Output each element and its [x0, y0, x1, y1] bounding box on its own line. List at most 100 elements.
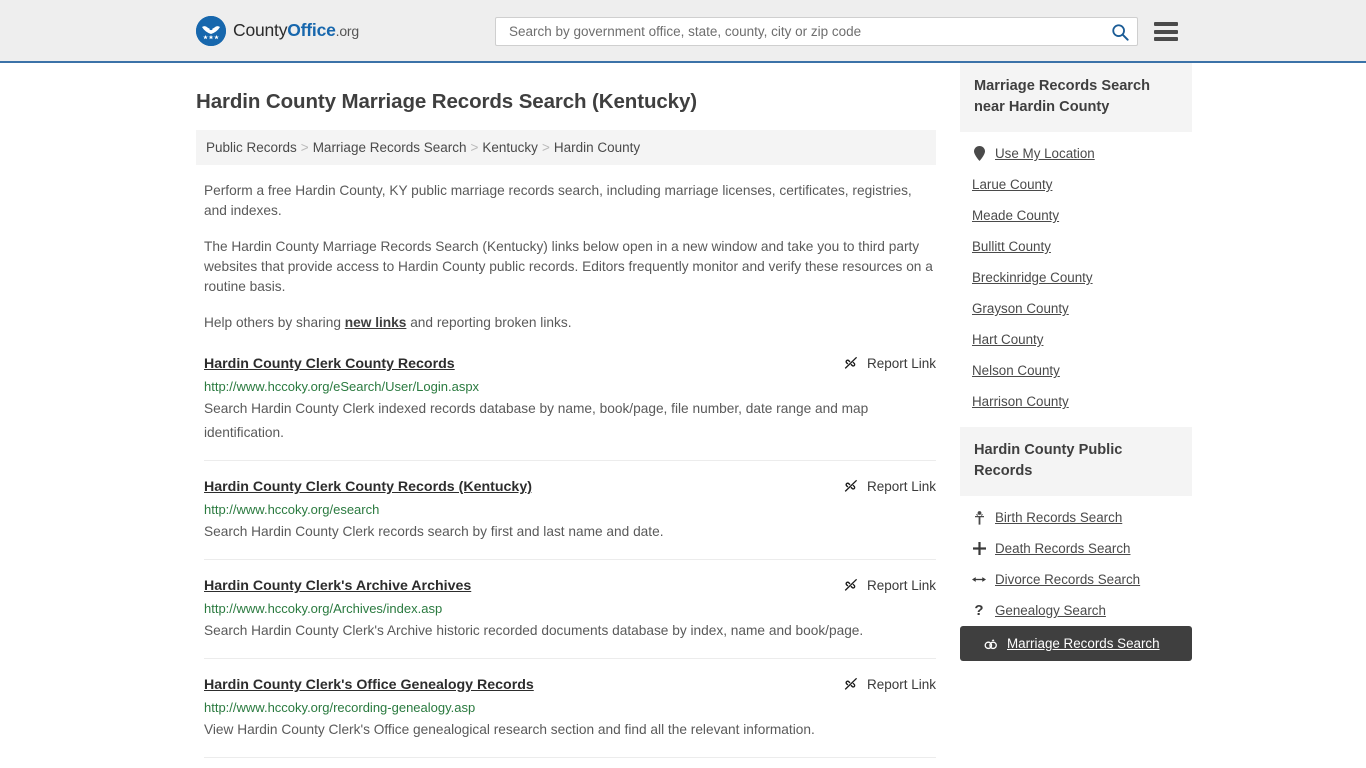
sidebar-item-use-my-location[interactable]: Use My Location [972, 138, 1192, 169]
search-input[interactable] [507, 23, 1111, 40]
result-title-link[interactable]: Hardin County Clerk's Office Genealogy R… [204, 676, 534, 695]
sidebar-item-label: Birth Records Search [995, 510, 1123, 525]
result-item: Hardin County Clerk's Office Genealogy R… [204, 676, 936, 758]
search-box[interactable] [495, 17, 1138, 46]
sidebar-item-label: Death Records Search [995, 541, 1131, 556]
sidebar-item-label: Bullitt County [972, 239, 1051, 254]
result-description: Search Hardin County Clerk records searc… [204, 524, 664, 539]
breadcrumb-separator: > [470, 140, 479, 155]
broken-link-icon [844, 479, 858, 492]
report-link-button[interactable]: Report Link [843, 577, 936, 593]
search-icon[interactable] [1111, 23, 1129, 41]
sidebar-item-breckinridge-county[interactable]: Breckinridge County [972, 262, 1192, 293]
result-url: http://www.hccoky.org/eSearch/User/Login… [204, 379, 480, 394]
sidebar-item-label: Divorce Records Search [995, 572, 1141, 587]
new-links-link[interactable]: new links [345, 315, 407, 330]
sidebar-item-label: Marriage Records Search [1007, 636, 1160, 651]
sidebar-item-meade-county[interactable]: Meade County [972, 200, 1192, 231]
result-header: Hardin County Clerk's Office Genealogy R… [204, 676, 936, 695]
report-link-label: Report Link [866, 676, 936, 692]
result-item: Hardin County Clerk County Records Repor… [204, 355, 936, 461]
sidebar-item-harrison-county[interactable]: Harrison County [972, 386, 1192, 417]
breadcrumb: Public Records > Marriage Records Search > K… [196, 130, 936, 165]
sidebar-item-nelson-county[interactable]: Nelson County [972, 355, 1192, 386]
main-column: Hardin County Marriage Records Search (K… [196, 63, 936, 768]
eagle-stars-shield-icon [196, 15, 226, 46]
public-records-card: Hardin County Public Records Birth Recor… [960, 427, 1192, 661]
intro-text: Perform a free Hardin County, KY public … [196, 181, 936, 333]
sidebar-item-label: Grayson County [972, 301, 1069, 316]
result-header: Hardin County Clerk's Archive Archives R… [204, 577, 936, 596]
page-title: Hardin County Marriage Records Search (K… [196, 90, 697, 113]
sidebar-item-label: Genealogy Search [995, 603, 1106, 618]
result-header: Hardin County Clerk County Records (Kent… [204, 478, 936, 497]
sidebar-item-label: Nelson County [972, 363, 1060, 378]
sidebar-item-divorce-records-search[interactable]: Divorce Records Search [972, 564, 1192, 595]
breadcrumb-item-2[interactable]: Kentucky [482, 140, 538, 155]
logo-text-org: .org [335, 23, 360, 39]
sidebar: Marriage Records Search near Hardin Coun… [960, 63, 1192, 768]
baby-icon [972, 510, 986, 525]
broken-link-icon [844, 356, 858, 369]
result-title-link[interactable]: Hardin County Clerk County Records (Kent… [204, 478, 532, 497]
sidebar-item-death-records-search[interactable]: Death Records Search [972, 533, 1192, 564]
sidebar-item-label: Breckinridge County [972, 270, 1093, 285]
header-search-zone [495, 17, 1178, 46]
breadcrumb-item-1[interactable]: Marriage Records Search [313, 140, 467, 155]
hamburger-bar-1 [1154, 22, 1178, 26]
result-url: http://www.hccoky.org/Archives/index.asp [204, 601, 443, 616]
intro-paragraph-3: Help others by sharing new links and rep… [196, 313, 936, 333]
result-item: Hardin County Clerk County Records (Kent… [204, 478, 936, 560]
hamburger-menu-icon[interactable] [1154, 22, 1178, 41]
cross-icon [972, 542, 986, 555]
report-link-label: Report Link [866, 355, 936, 371]
sidebar-item-bullitt-county[interactable]: Bullitt County [972, 231, 1192, 262]
intro-p3-after: and reporting broken links. [406, 315, 572, 330]
sidebar-item-hart-county[interactable]: Hart County [972, 324, 1192, 355]
logo-text-county: County [233, 20, 288, 40]
sidebar-item-label: Use My Location [995, 146, 1095, 161]
sidebar-item-label: Meade County [972, 208, 1060, 223]
breadcrumb-separator: > [541, 140, 550, 155]
hamburger-bar-2 [1154, 29, 1178, 34]
result-title-link[interactable]: Hardin County Clerk's Archive Archives [204, 577, 471, 596]
report-link-label: Report Link [866, 478, 936, 494]
result-item: Hardin County Clerk's Archive Archives R… [204, 577, 936, 659]
result-description: Search Hardin County Clerk's Archive his… [204, 623, 864, 638]
page-body: Hardin County Marriage Records Search (K… [0, 63, 1366, 768]
sidebar-item-marriage-records-search[interactable]: Marriage Records Search [960, 626, 1192, 661]
sidebar-item-larue-county[interactable]: Larue County [972, 169, 1192, 200]
result-url: http://www.hccoky.org/esearch [204, 502, 380, 517]
report-link-button[interactable]: Report Link [843, 355, 936, 371]
results-list: Hardin County Clerk County Records Repor… [196, 355, 936, 758]
report-link-button[interactable]: Report Link [843, 676, 936, 692]
intro-paragraph-2: The Hardin County Marriage Records Searc… [204, 239, 933, 294]
logo-wordmark: CountyOffice.org [233, 20, 359, 41]
sidebar-item-label: Hart County [972, 332, 1044, 347]
nearby-searches-heading: Marriage Records Search near Hardin Coun… [960, 63, 1192, 132]
sidebar-item-grayson-county[interactable]: Grayson County [972, 293, 1192, 324]
split-arrows-icon [972, 574, 986, 585]
result-title-link[interactable]: Hardin County Clerk County Records [204, 355, 455, 374]
breadcrumb-item-0[interactable]: Public Records [206, 140, 297, 155]
question-mark-icon: ? [974, 602, 984, 619]
broken-link-icon [844, 677, 858, 690]
report-link-button[interactable]: Report Link [843, 478, 936, 494]
site-header: CountyOffice.org [0, 0, 1366, 63]
sidebar-item-label: Harrison County [972, 394, 1069, 409]
breadcrumb-separator: > [300, 140, 309, 155]
sidebar-item-birth-records-search[interactable]: Birth Records Search [972, 502, 1192, 533]
report-link-label: Report Link [866, 577, 936, 593]
sidebar-item-label: Larue County [972, 177, 1053, 192]
breadcrumb-item-3[interactable]: Hardin County [554, 140, 640, 155]
hamburger-bar-3 [1154, 37, 1178, 41]
site-logo[interactable]: CountyOffice.org [196, 15, 359, 46]
nearby-searches-card: Marriage Records Search near Hardin Coun… [960, 63, 1192, 417]
sidebar-item-genealogy-search[interactable]: ? Genealogy Search [972, 595, 1192, 626]
result-url: http://www.hccoky.org/recording-genealog… [204, 700, 476, 715]
result-description: View Hardin County Clerk's Office geneal… [204, 722, 815, 737]
intro-p3-before: Help others by sharing [204, 315, 345, 330]
map-pin-icon [972, 146, 986, 161]
result-header: Hardin County Clerk County Records Repor… [204, 355, 936, 374]
result-description: Search Hardin County Clerk indexed recor… [204, 401, 869, 440]
